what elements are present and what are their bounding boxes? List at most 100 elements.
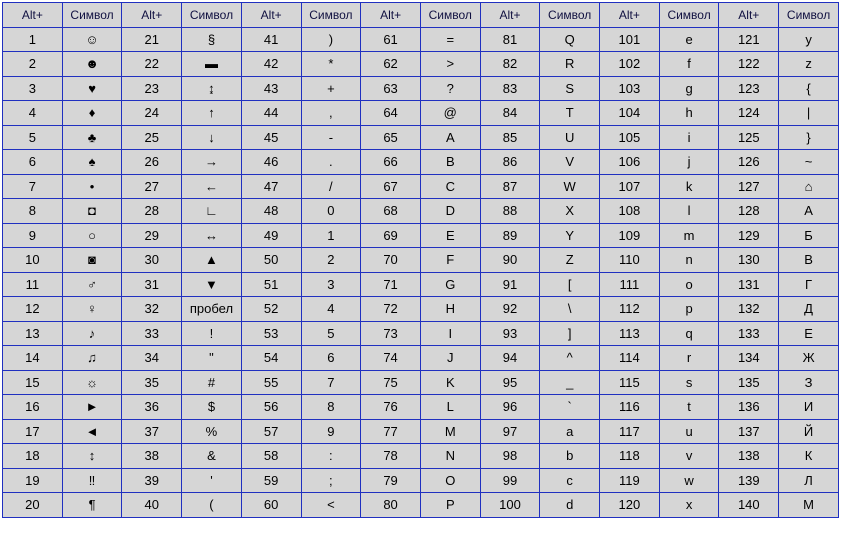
cell-sym: K [420, 370, 480, 395]
cell-sym: ♀ [62, 297, 122, 322]
cell-sym: Д [779, 297, 839, 322]
cell-sym: Л [779, 468, 839, 493]
cell-code: 90 [480, 248, 540, 273]
cell-code: 129 [719, 223, 779, 248]
cell-sym: U [540, 125, 600, 150]
cell-sym: v [659, 444, 719, 469]
cell-sym: ☺ [62, 27, 122, 52]
cell-code: 103 [600, 76, 660, 101]
cell-sym: b [540, 444, 600, 469]
cell-code: 71 [361, 272, 421, 297]
cell-code: 67 [361, 174, 421, 199]
cell-code: 60 [241, 493, 301, 518]
cell-sym: ∟ [182, 199, 242, 224]
cell-sym: ↕ [62, 444, 122, 469]
cell-code: 62 [361, 52, 421, 77]
cell-sym: C [420, 174, 480, 199]
cell-sym: 2 [301, 248, 361, 273]
cell-sym: D [420, 199, 480, 224]
cell-sym: H [420, 297, 480, 322]
cell-sym: ▲ [182, 248, 242, 273]
cell-sym: r [659, 346, 719, 371]
cell-sym: * [301, 52, 361, 77]
cell-sym: q [659, 321, 719, 346]
cell-sym: I [420, 321, 480, 346]
col-header-sym: Символ [420, 3, 480, 28]
cell-code: 119 [600, 468, 660, 493]
cell-code: 28 [122, 199, 182, 224]
table-row: 10◙30▲50270F90Z110n130В [3, 248, 839, 273]
cell-sym: ↔ [182, 223, 242, 248]
cell-sym: 8 [301, 395, 361, 420]
table-row: 14♫34"54674J94^114r134Ж [3, 346, 839, 371]
cell-sym: 0 [301, 199, 361, 224]
cell-code: 89 [480, 223, 540, 248]
cell-code: 127 [719, 174, 779, 199]
cell-code: 51 [241, 272, 301, 297]
cell-code: 88 [480, 199, 540, 224]
cell-code: 87 [480, 174, 540, 199]
cell-code: 109 [600, 223, 660, 248]
cell-sym: = [420, 27, 480, 52]
cell-sym: ☼ [62, 370, 122, 395]
cell-sym: ► [62, 395, 122, 420]
cell-code: 22 [122, 52, 182, 77]
cell-code: 108 [600, 199, 660, 224]
cell-sym: R [540, 52, 600, 77]
cell-code: 111 [600, 272, 660, 297]
cell-sym: k [659, 174, 719, 199]
cell-code: 112 [600, 297, 660, 322]
cell-code: 82 [480, 52, 540, 77]
cell-sym: ♠ [62, 150, 122, 175]
cell-code: 125 [719, 125, 779, 150]
table-row: 5♣25↓45-65A85U105i125} [3, 125, 839, 150]
table-row: 19‼39'59;79O99c119w139Л [3, 468, 839, 493]
cell-sym: ♫ [62, 346, 122, 371]
cell-sym: N [420, 444, 480, 469]
cell-code: 6 [3, 150, 63, 175]
cell-code: 44 [241, 101, 301, 126]
cell-sym: Ж [779, 346, 839, 371]
cell-code: 93 [480, 321, 540, 346]
cell-code: 122 [719, 52, 779, 77]
table-body: 1☺21§41)61=81Q101e121y2☻22▬42*62>82R102f… [3, 27, 839, 517]
cell-sym: p [659, 297, 719, 322]
cell-sym: Е [779, 321, 839, 346]
cell-sym: z [779, 52, 839, 77]
cell-code: 5 [3, 125, 63, 150]
cell-sym: ⌂ [779, 174, 839, 199]
cell-sym: } [779, 125, 839, 150]
cell-sym: ↨ [182, 76, 242, 101]
cell-code: 39 [122, 468, 182, 493]
cell-code: 32 [122, 297, 182, 322]
cell-sym: ↑ [182, 101, 242, 126]
cell-code: 97 [480, 419, 540, 444]
cell-code: 33 [122, 321, 182, 346]
cell-sym: ' [182, 468, 242, 493]
cell-code: 107 [600, 174, 660, 199]
cell-code: 29 [122, 223, 182, 248]
cell-code: 4 [3, 101, 63, 126]
cell-code: 63 [361, 76, 421, 101]
cell-code: 139 [719, 468, 779, 493]
cell-code: 8 [3, 199, 63, 224]
cell-sym: < [301, 493, 361, 518]
header-row: Alt+СимволAlt+СимволAlt+СимволAlt+Символ… [3, 3, 839, 28]
cell-sym: + [301, 76, 361, 101]
table-row: 3♥23↨43+63?83S103g123{ [3, 76, 839, 101]
cell-sym: d [540, 493, 600, 518]
col-header-code: Alt+ [241, 3, 301, 28]
cell-sym: М [779, 493, 839, 518]
cell-sym: ○ [62, 223, 122, 248]
cell-code: 91 [480, 272, 540, 297]
cell-sym: Й [779, 419, 839, 444]
cell-code: 114 [600, 346, 660, 371]
cell-sym: s [659, 370, 719, 395]
cell-code: 66 [361, 150, 421, 175]
cell-code: 70 [361, 248, 421, 273]
cell-code: 75 [361, 370, 421, 395]
cell-sym: $ [182, 395, 242, 420]
cell-code: 45 [241, 125, 301, 150]
cell-sym: ◙ [62, 248, 122, 273]
cell-sym: m [659, 223, 719, 248]
